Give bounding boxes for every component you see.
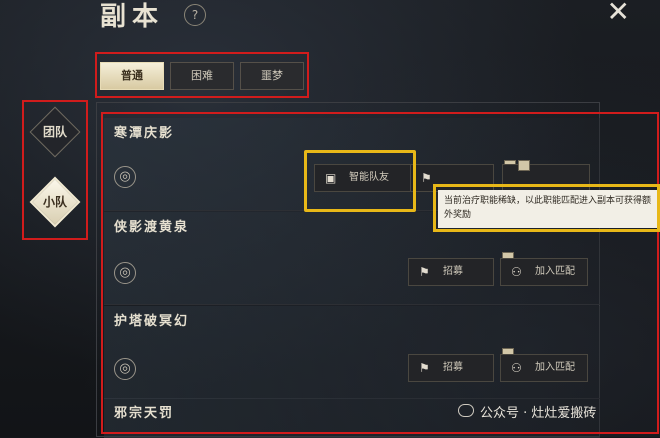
team-mode-party[interactable]: 小队 [29,176,81,228]
page-title: 副本 [100,2,165,32]
smart-teammate-highlight [304,150,416,212]
tab-nightmare[interactable]: 噩梦 [240,62,304,90]
help-icon[interactable]: ? [184,4,206,26]
watermark-text: 公众号 · 灶灶爱搬砖 [480,406,597,421]
team-mode-party-label: 小队 [42,195,67,209]
team-mode-raid[interactable]: 团队 [29,106,81,158]
close-icon[interactable]: ✕ [607,0,630,26]
tab-hard[interactable]: 困难 [170,62,234,90]
wechat-icon [458,404,474,417]
team-mode-raid-label: 团队 [42,125,67,139]
tooltip-highlight [433,184,660,232]
tab-normal[interactable]: 普通 [100,62,164,90]
